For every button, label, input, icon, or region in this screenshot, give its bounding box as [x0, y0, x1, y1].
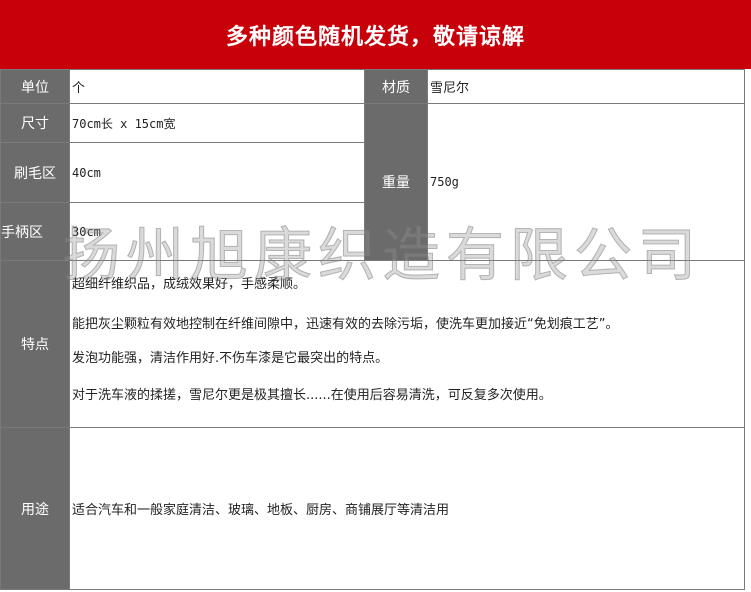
- title-banner: 多种颜色随机发货，敬请谅解: [0, 0, 751, 69]
- handle-value: 30cm: [69, 202, 365, 261]
- size-value: 70cm长 x 15cm宽: [69, 103, 365, 143]
- usage-label: 用途: [0, 427, 70, 590]
- banner-title: 多种颜色随机发货，敬请谅解: [225, 24, 525, 50]
- brush-label: 刷毛区: [0, 142, 70, 203]
- features-text: 超细纤维织品，成绒效果好，手感柔顺。 能把灰尘颗粒有效地控制在纤维间隙中，迅速有…: [69, 260, 745, 428]
- features-label: 特点: [0, 260, 70, 428]
- spec-table: 单位 个 材质 雪尼尔 尺寸 70cm长 x 15cm宽 重量 750g 刷毛区…: [0, 69, 751, 592]
- feature-line: 超细纤维织品，成绒效果好，手感柔顺。: [72, 277, 307, 292]
- material-value: 雪尼尔: [427, 69, 745, 104]
- handle-label: 手柄区: [0, 202, 70, 261]
- feature-line: 能把灰尘颗粒有效地控制在纤维间隙中，迅速有效的去除污垢，使洗车更加接近“免划痕工…: [72, 317, 619, 332]
- size-label: 尺寸: [0, 103, 70, 143]
- weight-label: 重量: [364, 103, 428, 261]
- unit-label: 单位: [0, 69, 70, 104]
- unit-value: 个: [69, 69, 365, 104]
- material-label: 材质: [364, 69, 428, 104]
- weight-value: 750g: [427, 103, 745, 261]
- feature-line: 对于洗车液的揉搓，雪尼尔更是极其擅长......在使用后容易清洗，可反复多次使用…: [72, 388, 552, 403]
- feature-line: 发泡功能强，清洁作用好.不伤车漆是它最突出的特点。: [72, 351, 389, 366]
- usage-value: 适合汽车和一般家庭清洁、玻璃、地板、厨房、商铺展厅等清洁用: [69, 427, 745, 590]
- brush-value: 40cm: [69, 142, 365, 203]
